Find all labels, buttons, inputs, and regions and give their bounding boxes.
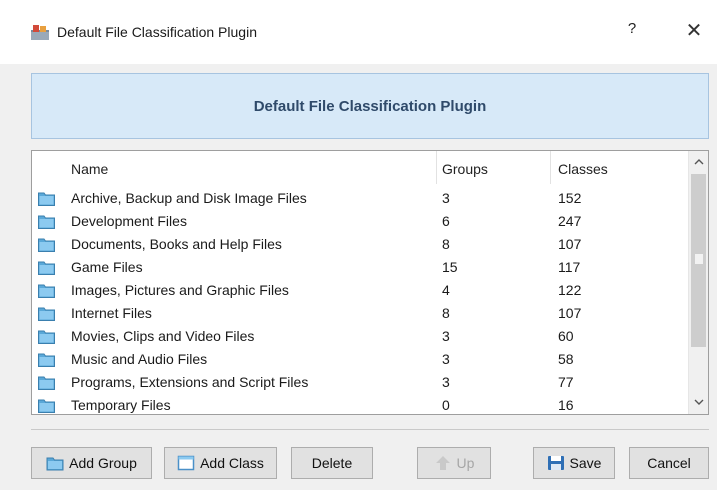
banner-title: Default File Classification Plugin (253, 97, 487, 115)
cell-classes: 117 (558, 259, 581, 275)
title-bar: Default File Classification Plugin ? ✕ (0, 0, 717, 64)
delete-label: Delete (311, 455, 353, 471)
folder-icon (38, 284, 55, 298)
folder-icon (38, 238, 55, 252)
folder-icon (38, 353, 55, 367)
add-group-label: Add Group (69, 455, 137, 471)
scroll-down-arrow-icon[interactable] (689, 392, 708, 414)
cell-name: Images, Pictures and Graphic Files (71, 282, 289, 298)
header-banner: Default File Classification Plugin (31, 73, 709, 139)
add-class-button[interactable]: Add Class (164, 447, 277, 479)
save-label: Save (569, 455, 602, 471)
blank-class-icon (177, 455, 195, 471)
separator (31, 429, 709, 430)
cancel-button[interactable]: Cancel (629, 447, 709, 479)
cell-groups: 6 (442, 213, 450, 229)
column-header-name[interactable]: Name (71, 161, 108, 177)
cell-groups: 4 (442, 282, 450, 298)
cell-classes: 247 (558, 213, 582, 229)
cell-groups: 15 (442, 259, 458, 275)
table-row[interactable]: Archive, Backup and Disk Image Files 3 152 (32, 187, 688, 210)
cell-groups: 3 (442, 351, 450, 367)
table-row[interactable]: Images, Pictures and Graphic Files 4 122 (32, 279, 688, 302)
scroll-up-arrow-icon[interactable] (689, 151, 708, 173)
folder-icon (38, 261, 55, 275)
cell-groups: 8 (442, 236, 450, 252)
cell-groups: 3 (442, 190, 450, 206)
scrollbar-grip (695, 254, 703, 264)
cell-classes: 107 (558, 305, 582, 321)
column-header-classes[interactable]: Classes (558, 161, 608, 177)
cell-name: Temporary Files (71, 397, 171, 413)
cell-groups: 8 (442, 305, 450, 321)
folder-icon (38, 215, 55, 229)
cell-classes: 77 (558, 374, 574, 390)
cell-classes: 58 (558, 351, 574, 367)
window-title: Default File Classification Plugin (57, 24, 257, 40)
cell-classes: 122 (558, 282, 582, 298)
table-row[interactable]: Development Files 6 247 (32, 210, 688, 233)
cell-name: Internet Files (71, 305, 152, 321)
folder-icon (38, 330, 55, 344)
column-divider (550, 151, 551, 184)
cell-groups: 0 (442, 397, 450, 413)
folder-icon (38, 399, 55, 413)
close-button[interactable]: ✕ (682, 18, 706, 43)
table-row[interactable]: Documents, Books and Help Files 8 107 (32, 233, 688, 256)
cell-name: Documents, Books and Help Files (71, 236, 282, 252)
folder-icon (38, 376, 55, 390)
help-button[interactable]: ? (622, 20, 642, 37)
up-label: Up (456, 455, 475, 471)
save-button[interactable]: Save (533, 447, 615, 479)
save-disk-icon (547, 456, 564, 470)
column-divider (436, 151, 437, 184)
column-header-groups[interactable]: Groups (442, 161, 488, 177)
up-button[interactable]: Up (417, 447, 491, 479)
cell-classes: 16 (558, 397, 574, 413)
app-icon (31, 25, 49, 40)
cell-name: Archive, Backup and Disk Image Files (71, 190, 307, 206)
table-row[interactable]: Internet Files 8 107 (32, 302, 688, 325)
table-row[interactable]: Music and Audio Files 3 58 (32, 348, 688, 371)
vertical-scrollbar[interactable] (688, 151, 708, 414)
add-class-label: Add Class (200, 455, 264, 471)
list-header: Name Groups Classes (32, 151, 688, 184)
delete-button[interactable]: Delete (291, 447, 373, 479)
table-row[interactable]: Movies, Clips and Video Files 3 60 (32, 325, 688, 348)
classification-list[interactable]: Name Groups Classes Archive, Backup and … (31, 150, 709, 415)
up-arrow-icon (435, 456, 450, 470)
cell-groups: 3 (442, 328, 450, 344)
cell-classes: 152 (558, 190, 582, 206)
cell-classes: 60 (558, 328, 574, 344)
scrollbar-thumb[interactable] (691, 174, 706, 347)
folder-icon (38, 307, 55, 321)
cell-name: Movies, Clips and Video Files (71, 328, 255, 344)
folder-icon (38, 192, 55, 206)
table-row[interactable]: Temporary Files 0 16 (32, 394, 688, 414)
dialog-window: Default File Classification Plugin ? ✕ D… (0, 0, 717, 490)
add-group-button[interactable]: Add Group (31, 447, 152, 479)
table-row[interactable]: Programs, Extensions and Script Files 3 77 (32, 371, 688, 394)
folder-icon (46, 457, 64, 471)
table-row[interactable]: Game Files 15 117 (32, 256, 688, 279)
cancel-label: Cancel (647, 455, 691, 471)
cell-groups: 3 (442, 374, 450, 390)
cell-name: Programs, Extensions and Script Files (71, 374, 309, 390)
cell-name: Game Files (71, 259, 143, 275)
cell-classes: 107 (558, 236, 582, 252)
cell-name: Development Files (71, 213, 187, 229)
cell-name: Music and Audio Files (71, 351, 208, 367)
